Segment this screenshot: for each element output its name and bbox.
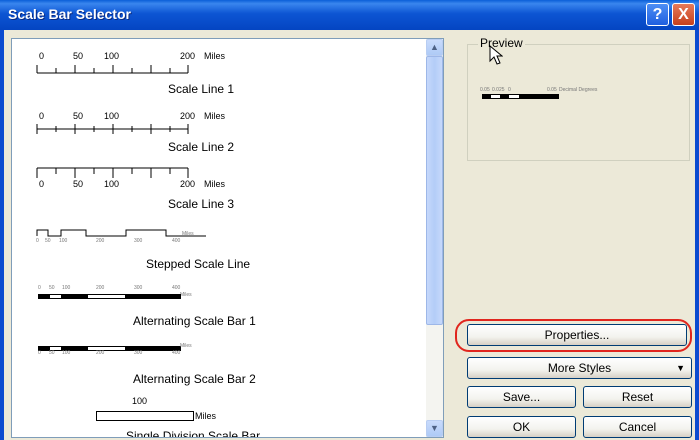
tick-label: 300	[134, 350, 143, 356]
alternating-scale-bar-1-graphic	[38, 294, 181, 299]
preview-tick-label: 0.025	[492, 87, 505, 93]
scale-line-1-graphic	[36, 65, 189, 74]
tick-label: 100	[104, 51, 120, 61]
tick-label: 100	[59, 238, 68, 244]
scale-line-2-graphic	[36, 124, 189, 134]
properties-button[interactable]: Properties...	[467, 324, 687, 346]
tick-label: 50	[73, 179, 84, 189]
tick-label: 200	[180, 179, 196, 189]
tick-label: Miles	[182, 231, 194, 237]
list-item-label: Scale Line 3	[168, 197, 235, 211]
list-item-label: Scale Line 1	[168, 82, 235, 96]
window-frame-left	[0, 30, 4, 440]
tick-label: Miles	[204, 51, 226, 61]
list-scrollbar[interactable]: ▲ ▼	[426, 39, 443, 437]
tick-label: 0	[39, 111, 45, 121]
tick-label: 0	[36, 238, 39, 244]
tick-label: 300	[134, 285, 143, 291]
help-button[interactable]: ?	[646, 3, 669, 26]
tick-label: 400	[172, 350, 181, 356]
tick-label: 200	[180, 51, 196, 61]
scroll-down-button[interactable]: ▼	[426, 420, 443, 437]
tick-label: 0	[39, 51, 45, 61]
tick-label: 50	[49, 350, 55, 356]
chevron-down-icon: ▼	[676, 363, 685, 373]
tick-label: 300	[134, 238, 143, 244]
ok-button[interactable]: OK	[467, 416, 576, 438]
tick-label: 200	[180, 111, 196, 121]
tick-label: 200	[96, 350, 105, 356]
tick-label: 0	[39, 179, 45, 189]
tick-label: 100	[132, 396, 148, 406]
tick-label: 200	[96, 238, 105, 244]
window-title: Scale Bar Selector	[8, 6, 131, 22]
tick-label: 0	[38, 350, 41, 356]
tick-label: 50	[49, 285, 55, 291]
preview-tick-label: 0	[508, 87, 511, 93]
list-item-label: Stepped Scale Line	[146, 257, 251, 271]
tick-label: 100	[62, 285, 71, 291]
single-division-bar-graphic	[96, 411, 194, 421]
preview-tick-label: 0.05	[480, 87, 490, 93]
list-item-label: Alternating Scale Bar 2	[133, 372, 256, 386]
tick-label: Miles	[204, 179, 226, 189]
preview-bar-graphic	[482, 94, 559, 99]
list-item-label: Scale Line 2	[168, 140, 235, 154]
scale-bar-list[interactable]: 0 50 100 200 Miles Scale Line 1 0 50 100…	[11, 38, 444, 438]
preview-tick-label: 0.05	[547, 87, 557, 93]
tick-label: 400	[172, 238, 181, 244]
close-button[interactable]: X	[672, 3, 695, 26]
tick-label: Miles	[204, 111, 226, 121]
more-styles-label: More Styles	[547, 361, 612, 375]
cancel-button[interactable]: Cancel	[583, 416, 692, 438]
tick-label: 0	[38, 285, 41, 291]
tick-label: 100	[104, 179, 120, 189]
tick-label: 50	[45, 238, 51, 244]
tick-label: 200	[96, 285, 105, 291]
scroll-up-button[interactable]: ▲	[426, 39, 443, 56]
preview-tick-label: Decimal Degrees	[559, 87, 598, 93]
list-item-label: Alternating Scale Bar 1	[133, 314, 256, 328]
mouse-cursor-icon	[489, 45, 503, 65]
alternating-scale-bar-2-graphic	[38, 346, 181, 351]
scroll-thumb[interactable]	[426, 56, 443, 325]
scale-line-3-graphic	[36, 167, 189, 178]
reset-button[interactable]: Reset	[583, 386, 692, 408]
list-item-label: Single Division Scale Bar	[126, 429, 261, 438]
tick-label: 50	[73, 111, 84, 121]
tick-label: Miles	[195, 411, 217, 421]
tick-label: 400	[172, 285, 181, 291]
tick-label: Miles	[180, 343, 192, 349]
tick-label: 50	[73, 51, 84, 61]
window-frame-right	[695, 30, 699, 440]
title-bar: Scale Bar Selector ? X	[0, 0, 699, 30]
tick-label: 100	[104, 111, 120, 121]
save-button[interactable]: Save...	[467, 386, 576, 408]
more-styles-button[interactable]: More Styles ▼	[467, 357, 692, 379]
tick-label: 100	[62, 350, 71, 356]
